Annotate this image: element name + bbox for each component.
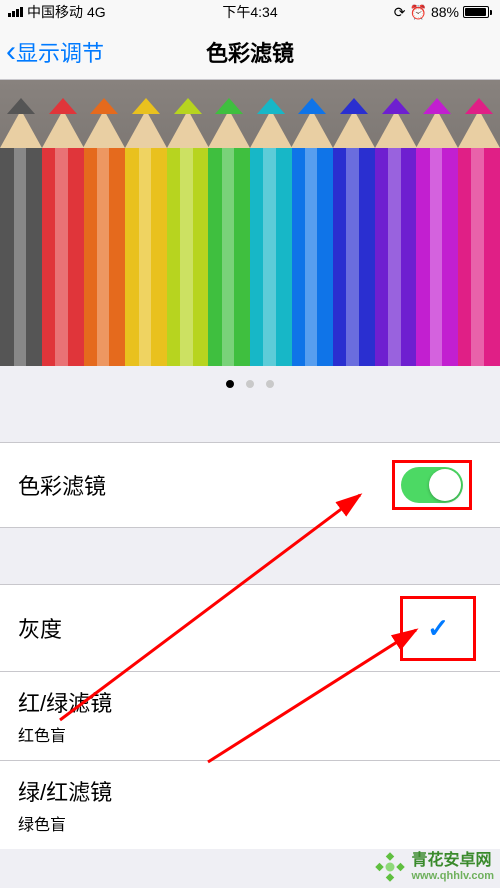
status-bar: 中国移动 4G 下午4:34 ⟳ ⏰ 88%	[0, 0, 500, 24]
battery-icon	[463, 6, 492, 18]
toggle-label: 色彩滤镜	[18, 469, 106, 501]
carousel-dots[interactable]	[0, 366, 500, 402]
filter-option-row[interactable]: 红/绿滤镜红色盲	[0, 672, 500, 761]
back-label: 显示调节	[16, 36, 104, 68]
filter-options-list: 灰度 ✓ 红/绿滤镜红色盲绿/红滤镜绿色盲	[0, 584, 500, 849]
annotation-highlight-check: ✓	[400, 596, 476, 661]
preview-image[interactable]	[0, 80, 500, 366]
annotation-highlight-toggle	[392, 460, 472, 510]
chevron-left-icon: ‹	[6, 37, 16, 67]
watermark-url: www.qhhlv.com	[411, 870, 494, 882]
option-title: 绿/红滤镜	[18, 775, 112, 807]
clock: 下午4:34	[169, 2, 330, 22]
alarm-icon: ⏰	[410, 4, 427, 21]
page-title: 色彩滤镜	[206, 36, 294, 68]
status-right: ⟳ ⏰ 88%	[331, 4, 492, 21]
checkmark-icon: ✓	[427, 613, 449, 643]
carousel-dot[interactable]	[226, 380, 234, 388]
carousel-dot[interactable]	[266, 380, 274, 388]
color-filter-switch[interactable]	[401, 467, 463, 503]
carrier-label: 中国移动	[27, 2, 83, 22]
watermark-title: 青花安卓网	[411, 852, 494, 870]
network-label: 4G	[87, 4, 106, 20]
filter-option-row[interactable]: 绿/红滤镜绿色盲	[0, 761, 500, 849]
lock-icon: ⟳	[394, 4, 406, 21]
option-subtitle: 红色盲	[18, 722, 112, 746]
nav-bar: ‹ 显示调节 色彩滤镜	[0, 24, 500, 80]
option-title: 红/绿滤镜	[18, 686, 112, 718]
signal-icon	[8, 7, 23, 17]
option-title: 灰度	[18, 612, 62, 644]
status-left: 中国移动 4G	[8, 2, 169, 22]
battery-pct: 88%	[431, 4, 459, 20]
watermark: 青花安卓网 www.qhhlv.com	[375, 852, 494, 882]
back-button[interactable]: ‹ 显示调节	[0, 36, 104, 68]
filter-option-row[interactable]: 灰度 ✓	[0, 584, 500, 672]
color-filter-toggle-row: 色彩滤镜	[0, 442, 500, 528]
watermark-logo-icon	[375, 852, 405, 882]
carousel-dot[interactable]	[246, 380, 254, 388]
option-subtitle: 绿色盲	[18, 811, 112, 835]
